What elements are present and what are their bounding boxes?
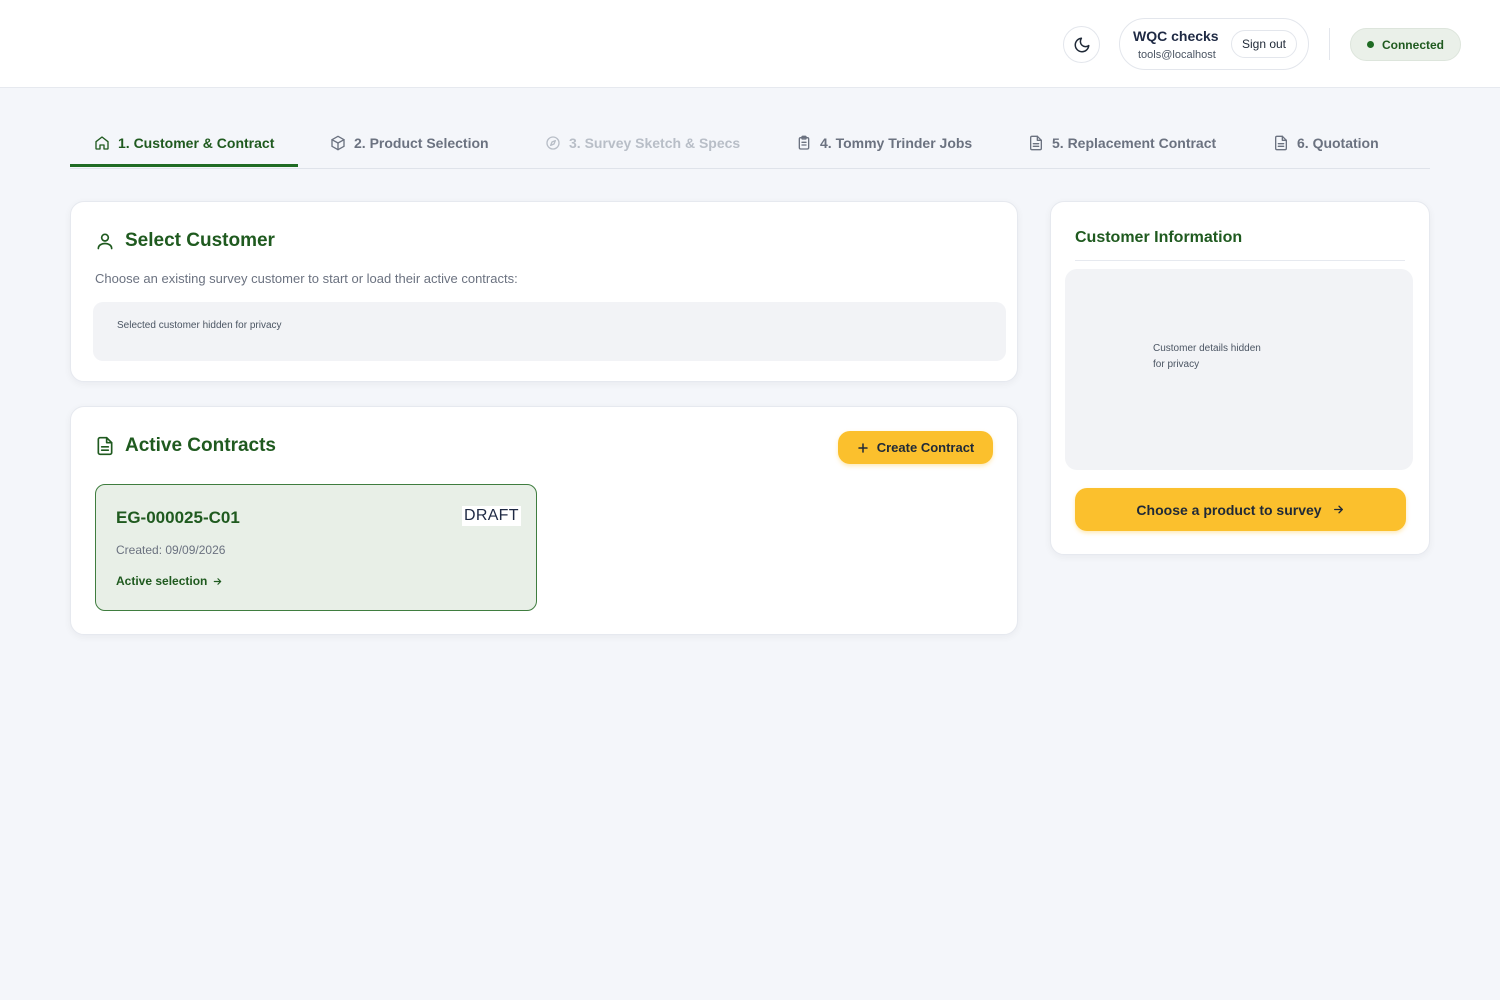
tab-label: 1. Customer & Contract [118, 135, 275, 151]
arrow-right-icon [212, 576, 223, 587]
active-selection-label: Active selection [116, 574, 208, 588]
customer-select-field[interactable]: Selected customer hidden for privacy [93, 302, 1006, 361]
document-icon [1028, 135, 1044, 151]
header-divider [1329, 28, 1330, 60]
card-title-text: Active Contracts [125, 435, 276, 456]
create-contract-button[interactable]: Create Contract [838, 431, 993, 464]
tab-label: 3. Survey Sketch & Specs [569, 135, 741, 151]
select-customer-subtitle: Choose an existing survey customer to st… [95, 271, 518, 286]
active-selection-link[interactable]: Active selection [116, 574, 223, 588]
sign-out-button[interactable]: Sign out [1231, 30, 1297, 58]
contract-status-badge: DRAFT [462, 506, 521, 526]
tab-quotation[interactable]: 6. Quotation [1273, 118, 1379, 168]
theme-toggle-button[interactable] [1063, 26, 1100, 63]
document-icon [95, 436, 115, 456]
user-icon [95, 231, 115, 251]
choose-product-label: Choose a product to survey [1136, 501, 1322, 518]
top-bar: WQC checks tools@localhost Sign out Conn… [0, 0, 1500, 88]
active-contracts-card: Active Contracts Create Contract EG-0000… [70, 406, 1018, 635]
moon-icon [1073, 36, 1091, 54]
clipboard-icon [796, 135, 812, 151]
plus-icon [857, 442, 869, 454]
contract-card[interactable]: EG-000025-C01 DRAFT Created: 09/09/2026 … [95, 484, 537, 611]
user-name: WQC checks [1133, 28, 1219, 44]
create-contract-label: Create Contract [876, 440, 975, 455]
select-customer-card: Select Customer Choose an existing surve… [70, 201, 1018, 382]
tab-replacement-contract[interactable]: 5. Replacement Contract [1028, 118, 1216, 168]
step-tabs: 1. Customer & Contract 2. Product Select… [70, 118, 1430, 169]
tab-label: 4. Tommy Trinder Jobs [820, 135, 973, 151]
customer-information-card: Customer Information Customer details hi… [1050, 201, 1430, 555]
choose-product-button[interactable]: Choose a product to survey [1075, 488, 1406, 531]
customer-details-privacy-text: Customer details hidden for privacy [1153, 343, 1261, 370]
customer-details-panel: Customer details hidden for privacy [1065, 269, 1413, 470]
status-dot-icon [1366, 41, 1374, 48]
tab-product-selection[interactable]: 2. Product Selection [330, 118, 489, 168]
card-title-text: Select Customer [125, 230, 275, 251]
cube-icon [330, 135, 346, 151]
connection-status-label: Connected [1381, 37, 1444, 52]
tab-survey-sketch[interactable]: 3. Survey Sketch & Specs [545, 118, 740, 168]
tab-label: 2. Product Selection [354, 135, 489, 151]
active-contracts-title: Active Contracts [95, 435, 276, 457]
user-email: tools@localhost [1138, 49, 1216, 61]
document-icon [1273, 135, 1289, 151]
contract-created-date: Created: 09/09/2026 [116, 543, 226, 557]
select-customer-title: Select Customer [95, 230, 275, 252]
home-icon [94, 135, 110, 151]
tab-customer-contract[interactable]: 1. Customer & Contract [94, 118, 274, 168]
contract-id: EG-000025-C01 [116, 508, 240, 527]
customer-information-title: Customer Information [1075, 229, 1243, 246]
arrow-right-icon [1332, 503, 1345, 516]
active-tab-indicator [70, 164, 298, 167]
user-menu: WQC checks tools@localhost Sign out [1119, 18, 1309, 70]
tab-label: 6. Quotation [1297, 135, 1379, 151]
connection-status-badge: Connected [1350, 28, 1461, 61]
tab-tommy-trinder-jobs[interactable]: 4. Tommy Trinder Jobs [796, 118, 972, 168]
customer-privacy-text: Selected customer hidden for privacy [117, 320, 282, 331]
customer-information-divider [1075, 260, 1405, 261]
compass-icon [545, 135, 561, 151]
tab-label: 5. Replacement Contract [1052, 135, 1217, 151]
